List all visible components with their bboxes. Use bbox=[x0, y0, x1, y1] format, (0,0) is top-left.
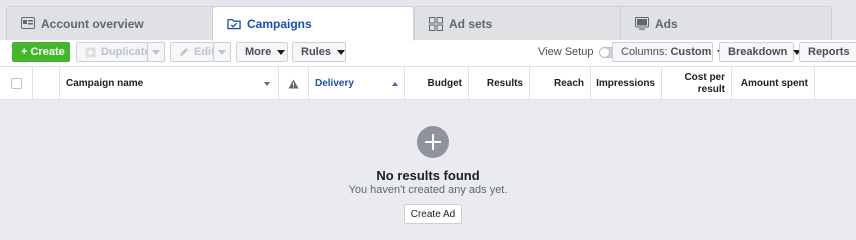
column-header-budget[interactable]: Budget bbox=[405, 67, 469, 100]
pencil-icon bbox=[179, 47, 189, 57]
select-all-cell bbox=[0, 67, 33, 100]
ads-monitor-icon bbox=[635, 16, 649, 31]
ad-sets-grid-icon bbox=[429, 16, 443, 31]
duplicate-button[interactable]: Duplicate bbox=[76, 42, 151, 62]
empty-state: No results found You haven't created any… bbox=[0, 100, 856, 240]
column-label: Campaign name bbox=[66, 78, 144, 89]
column-label: Impressions bbox=[596, 78, 655, 89]
toggle-column-header bbox=[33, 67, 60, 100]
table-header: Campaign name Delivery Budget Results Re… bbox=[0, 66, 856, 100]
campaigns-folder-icon bbox=[227, 17, 241, 31]
tab-ads[interactable]: Ads bbox=[620, 6, 832, 40]
account-overview-icon bbox=[21, 16, 35, 31]
chevron-down-icon bbox=[277, 49, 286, 55]
column-header-results[interactable]: Results bbox=[469, 67, 530, 100]
empty-state-subtitle: You haven't created any ads yet. bbox=[348, 184, 508, 196]
columns-value: Custom bbox=[670, 46, 712, 58]
edit-button[interactable]: Edit bbox=[170, 42, 215, 62]
chevron-down-icon bbox=[336, 49, 345, 55]
view-setup-label: View Setup bbox=[538, 46, 594, 58]
tab-label: Ad sets bbox=[449, 16, 493, 31]
select-all-checkbox[interactable] bbox=[11, 78, 22, 89]
tab-campaigns[interactable]: Campaigns bbox=[212, 6, 414, 41]
edit-dropdown-button[interactable] bbox=[213, 42, 231, 62]
columns-button[interactable]: Columns: Custom bbox=[612, 42, 726, 62]
sort-down-icon bbox=[264, 81, 270, 86]
tab-label: Campaigns bbox=[247, 17, 312, 31]
column-header-delivery[interactable]: Delivery bbox=[309, 67, 405, 100]
create-ad-button[interactable]: Create Ad bbox=[404, 204, 462, 224]
tab-bar: Account overview Campaigns Ad sets Ads bbox=[0, 0, 856, 41]
column-header-warnings[interactable] bbox=[279, 67, 309, 100]
sort-up-icon bbox=[392, 81, 398, 86]
more-label: More bbox=[245, 46, 272, 58]
tab-ad-sets[interactable]: Ad sets bbox=[414, 6, 626, 40]
edit-label: Edit bbox=[194, 46, 215, 58]
reports-button[interactable]: Reports bbox=[799, 42, 856, 62]
column-label: Reach bbox=[553, 78, 584, 89]
tab-label: Ads bbox=[655, 16, 678, 31]
reports-label: Reports bbox=[808, 46, 850, 58]
breakdown-button[interactable]: Breakdown bbox=[719, 42, 802, 62]
column-header-campaign-name[interactable]: Campaign name bbox=[60, 67, 279, 100]
column-header-reach[interactable]: Reach bbox=[530, 67, 591, 100]
tab-account-overview[interactable]: Account overview bbox=[6, 6, 218, 40]
view-setup: View Setup bbox=[538, 46, 620, 58]
rules-label: Rules bbox=[301, 46, 331, 58]
more-button[interactable]: More bbox=[236, 42, 288, 62]
toolbar: + Create Duplicate Edit More Rules View … bbox=[0, 40, 856, 66]
column-header-amount-spent[interactable]: Amount spent bbox=[732, 67, 815, 100]
column-label: Budget bbox=[427, 78, 462, 89]
duplicate-icon bbox=[85, 47, 96, 58]
chevron-down-icon bbox=[152, 49, 160, 55]
create-button[interactable]: + Create bbox=[12, 42, 70, 62]
warning-icon bbox=[288, 79, 299, 89]
column-label: Amount spent bbox=[740, 78, 808, 89]
column-label: Delivery bbox=[315, 78, 354, 89]
duplicate-label: Duplicate bbox=[101, 46, 151, 58]
chevron-down-icon bbox=[218, 49, 226, 55]
column-label-line2: result bbox=[697, 83, 725, 95]
column-header-impressions[interactable]: Impressions bbox=[591, 67, 662, 100]
column-label-line1: Cost per bbox=[684, 71, 725, 83]
ads-manager-window: Account overview Campaigns Ad sets Ads +… bbox=[0, 0, 856, 240]
column-label: Results bbox=[486, 78, 523, 89]
duplicate-dropdown-button[interactable] bbox=[147, 42, 165, 62]
tab-label: Account overview bbox=[41, 16, 144, 31]
columns-prefix: Columns: bbox=[621, 46, 668, 58]
column-header-cost-per-result[interactable]: Cost per result bbox=[662, 67, 732, 100]
breakdown-label: Breakdown bbox=[728, 46, 788, 58]
empty-state-title: No results found bbox=[376, 168, 480, 183]
rules-button[interactable]: Rules bbox=[292, 42, 346, 62]
plus-circle-icon bbox=[417, 126, 449, 158]
